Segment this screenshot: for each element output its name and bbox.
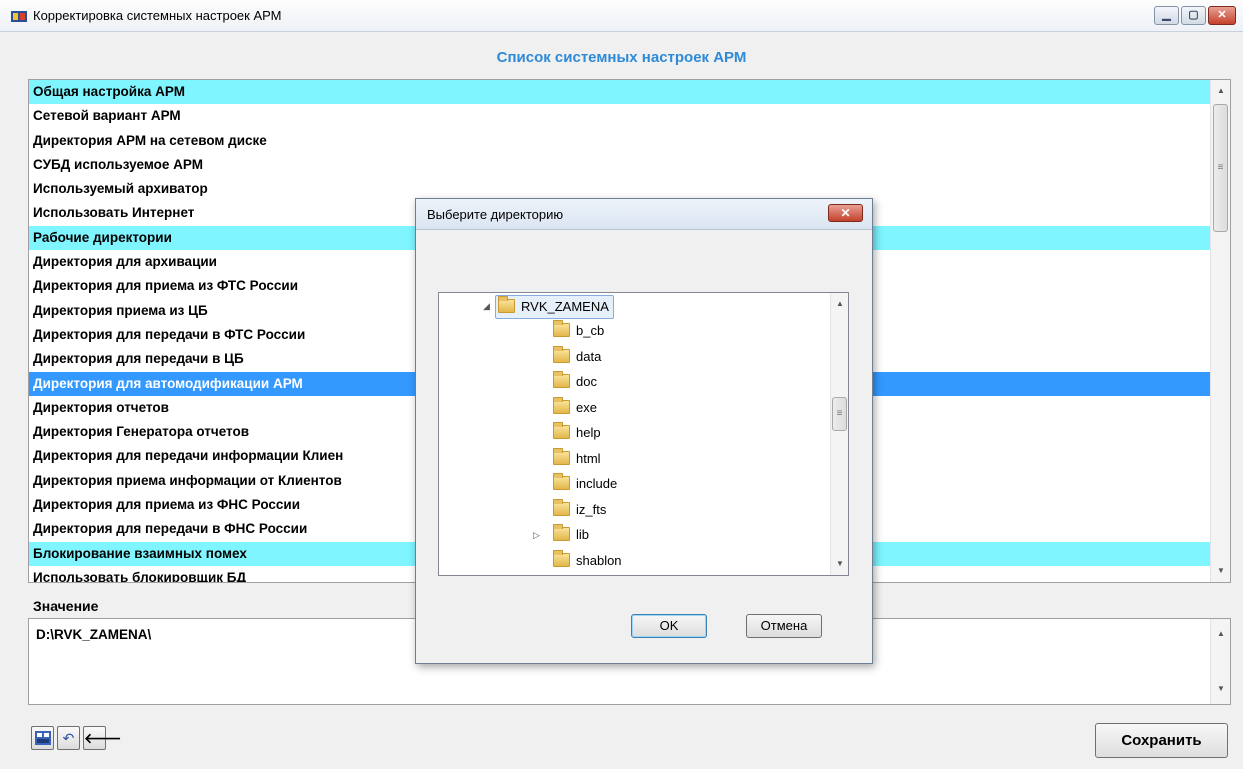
scroll-down-icon[interactable]: ▼	[831, 555, 848, 573]
folder-tree[interactable]: ◢ RVK_ZAMENA b_cbdata doc exe help html include…	[438, 292, 849, 576]
scroll-up-icon[interactable]: ▲	[1211, 82, 1230, 100]
folder-icon	[553, 396, 570, 414]
tree-root-folder[interactable]: ◢ RVK_ZAMENA	[483, 295, 614, 319]
tree-folder-item[interactable]: html	[553, 447, 601, 470]
folder-icon	[553, 549, 570, 567]
value-label: Значение	[33, 598, 99, 614]
app-icon	[11, 11, 27, 22]
tree-folder-item[interactable]: help	[553, 422, 601, 444]
scroll-down-icon[interactable]: ▼	[1211, 680, 1231, 698]
value-text: D:\RVK_ZAMENA\	[36, 627, 152, 642]
cancel-button[interactable]: Отмена	[746, 614, 822, 638]
browse-folder-button[interactable]	[31, 726, 54, 750]
folder-icon	[553, 447, 570, 465]
grip-icon: ≡	[836, 408, 843, 419]
scroll-down-icon[interactable]: ▼	[1211, 562, 1230, 580]
folder-icon	[498, 296, 515, 313]
minimize-icon: ▁	[1162, 9, 1171, 21]
close-button[interactable]: ✕	[1208, 6, 1236, 25]
tree-folder-label: html	[576, 450, 601, 466]
folder-icon	[553, 498, 570, 516]
folder-icon	[553, 524, 570, 541]
undo-button[interactable]: ↶	[57, 726, 80, 750]
grip-icon: ≡	[1217, 162, 1224, 173]
tree-folder-label: doc	[576, 374, 597, 389]
tree-folder-label: exe	[576, 399, 597, 415]
save-button[interactable]: Сохранить	[1095, 723, 1228, 758]
tree-folder-item[interactable]: data	[553, 345, 602, 368]
tree-folder-item[interactable]: shablon	[553, 549, 622, 572]
scroll-thumb[interactable]: ≡	[1213, 104, 1228, 232]
settings-scrollbar[interactable]: ▲ ≡ ▼	[1210, 80, 1230, 582]
tree-folder-item[interactable]: b_cb	[553, 320, 604, 342]
tree-folder-label: help	[576, 425, 601, 440]
collapsed-arrow-icon[interactable]: ▷	[533, 524, 540, 546]
undo-icon: ↶	[62, 730, 75, 746]
expanded-arrow-icon[interactable]: ◢	[483, 295, 490, 317]
folder-icon	[553, 473, 570, 490]
folder-icon	[553, 371, 570, 388]
scroll-up-icon[interactable]: ▲	[1211, 625, 1231, 643]
tree-folder-item[interactable]: iz_fts	[553, 498, 607, 521]
tree-folder-label: lib	[576, 527, 590, 542]
tree-folder-item[interactable]: exe	[553, 396, 597, 419]
tree-folder-item[interactable]: ▷ lib	[533, 524, 590, 546]
window-title: Корректировка системных настроек АРМ	[33, 8, 282, 23]
binoculars-icon	[34, 731, 51, 745]
window-titlebar: Корректировка системных настроек АРМ ▁ ▢…	[0, 0, 1243, 32]
tree-folder-item[interactable]: include	[553, 473, 617, 495]
value-scrollbar[interactable]: ▲ ▼	[1210, 619, 1230, 704]
scroll-up-icon[interactable]: ▲	[831, 295, 848, 313]
tree-folder-label: data	[576, 348, 602, 364]
tree-folder-label: iz_fts	[576, 501, 607, 517]
tree-folder-label: b_cb	[576, 323, 605, 338]
tree-folder-label: include	[576, 476, 618, 491]
choose-directory-dialog: Выберите директорию ✕ ◢ RVK_ZAMENA b_cbdat…	[415, 198, 873, 664]
close-icon: ✕	[1217, 9, 1227, 21]
settings-row[interactable]: СУБД используемое АРМ	[29, 153, 1211, 177]
tree-scrollbar[interactable]: ▲ ≡ ▼	[830, 293, 848, 575]
folder-icon	[553, 345, 570, 363]
minimize-button[interactable]: ▁	[1154, 6, 1179, 25]
ok-button[interactable]: OK	[631, 614, 707, 638]
tree-folder-label: shablon	[576, 552, 622, 568]
folder-icon	[553, 320, 570, 337]
tree-folder-item[interactable]: doc	[553, 371, 597, 393]
settings-group-header[interactable]: Общая настройка АРМ	[29, 80, 1211, 105]
back-arrow-icon: 🡐	[84, 730, 122, 746]
scroll-thumb[interactable]: ≡	[832, 397, 847, 431]
folder-icon	[553, 422, 570, 439]
settings-row[interactable]: Директория АРМ на сетевом диске	[29, 129, 1211, 153]
dialog-titlebar: Выберите директорию ✕	[416, 199, 872, 230]
close-icon: ✕	[840, 206, 851, 220]
dialog-close-button[interactable]: ✕	[828, 204, 863, 222]
tree-root-label: RVK_ZAMENA	[521, 299, 609, 314]
maximize-icon: ▢	[1188, 9, 1199, 21]
maximize-button[interactable]: ▢	[1181, 6, 1206, 25]
settings-row[interactable]: Сетевой вариант АРМ	[29, 104, 1211, 128]
list-heading: Список системных настроек АРМ	[496, 49, 747, 66]
back-button[interactable]: 🡐	[83, 726, 122, 750]
dialog-title: Выберите директорию	[427, 207, 564, 222]
